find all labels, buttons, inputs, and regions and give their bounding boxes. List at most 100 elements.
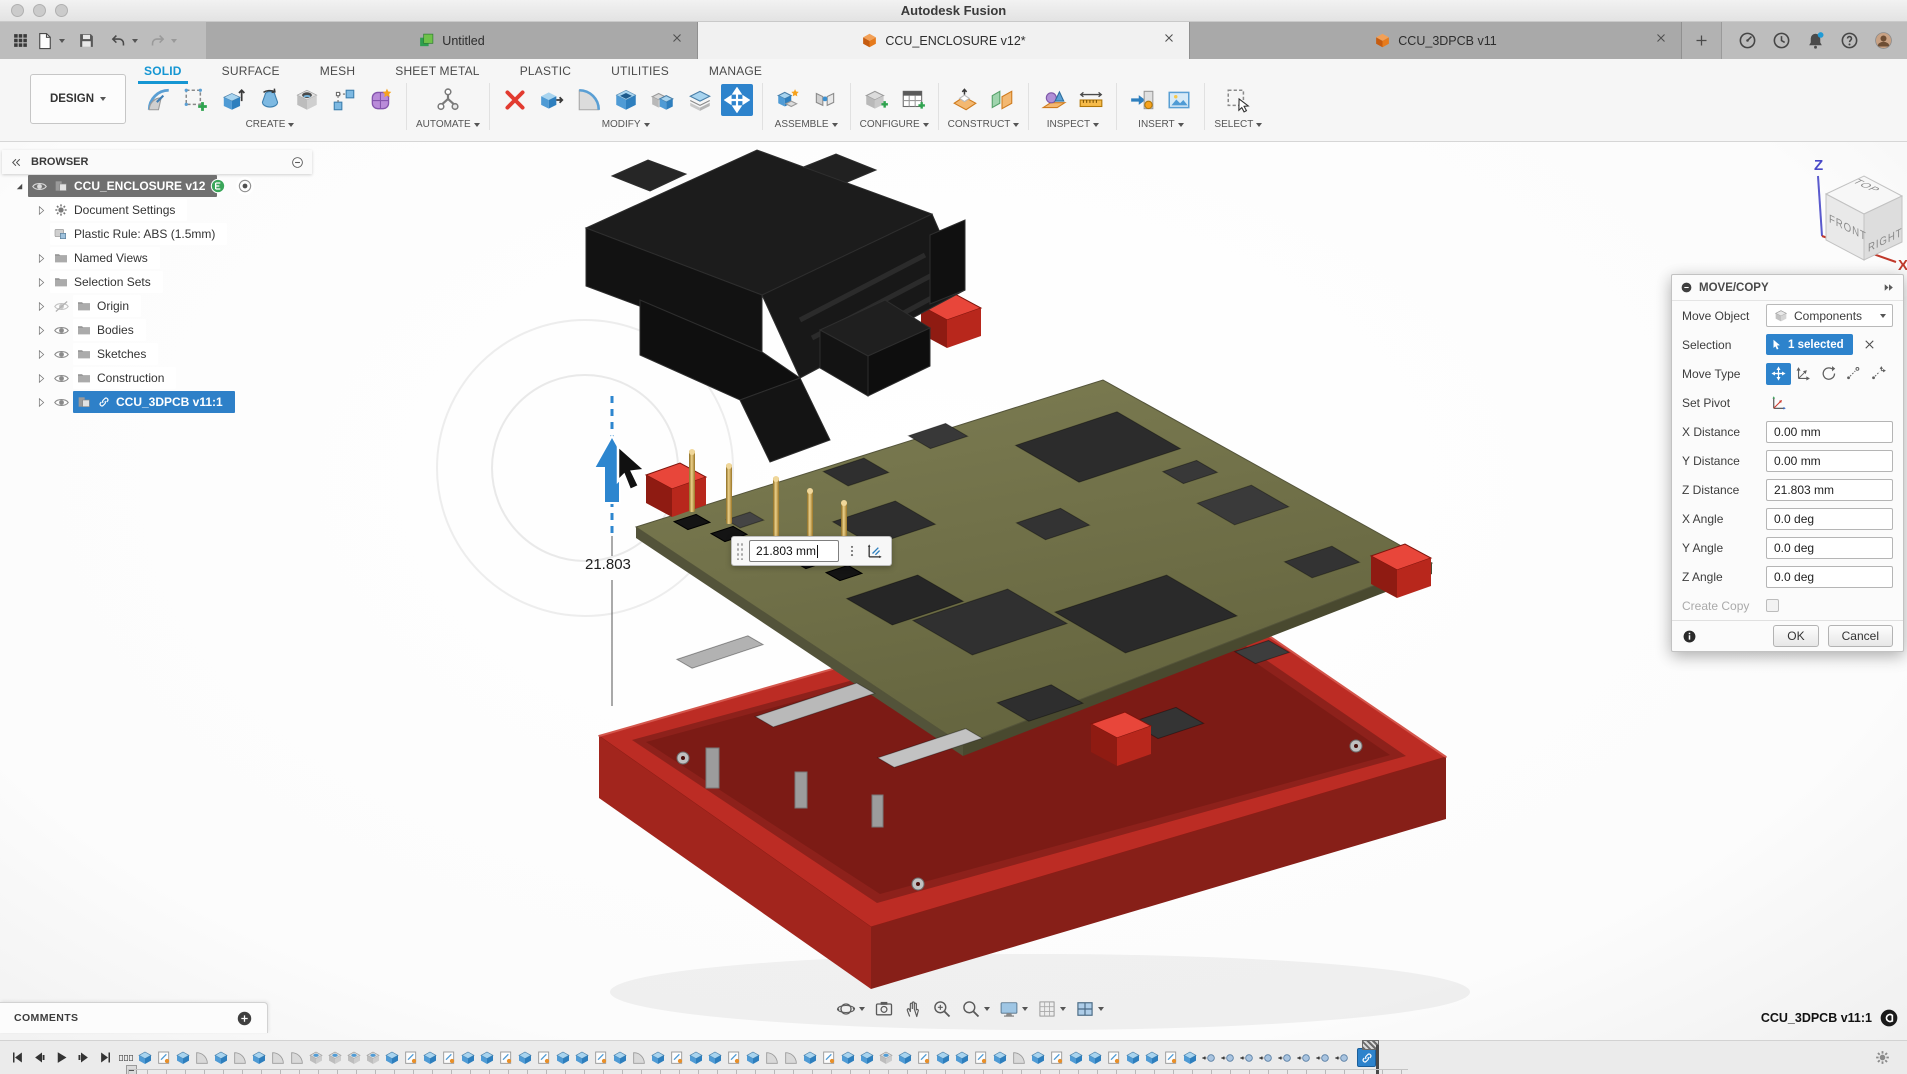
automate-tool-button[interactable] xyxy=(432,84,464,116)
insert-derive-tool-button[interactable] xyxy=(1126,84,1158,116)
timeline-feature-sketch[interactable] xyxy=(498,1050,514,1066)
timeline-feature-extrude[interactable] xyxy=(555,1050,571,1066)
redo-icon[interactable] xyxy=(147,30,168,51)
workspace-switcher[interactable]: DESIGN xyxy=(30,74,126,124)
extrude-tool-button[interactable] xyxy=(217,84,249,116)
add-comment-icon[interactable] xyxy=(236,1010,253,1027)
step-forward-icon[interactable] xyxy=(76,1050,91,1065)
manipulator-mode-icon[interactable] xyxy=(865,541,885,561)
viewcube[interactable]: Z X TOP FRONT RIGHT xyxy=(1792,150,1907,272)
tree-closed-arrow[interactable] xyxy=(32,348,50,361)
gauge-icon[interactable] xyxy=(1738,31,1757,50)
collapse-panel-icon[interactable] xyxy=(10,156,23,169)
timeline-feature-hole[interactable] xyxy=(346,1050,362,1066)
hole-tool-button[interactable] xyxy=(291,84,323,116)
timeline-feature-extrude[interactable] xyxy=(384,1050,400,1066)
timeline-feature-extrude[interactable] xyxy=(612,1050,628,1066)
browser-row[interactable]: CCU_ENCLOSURE v12 xyxy=(2,174,312,198)
tree-closed-arrow[interactable] xyxy=(32,372,50,385)
move-type-translate[interactable] xyxy=(1791,363,1816,385)
timeline-feature-sketch[interactable] xyxy=(726,1050,742,1066)
ribbon-group-label[interactable]: ASSEMBLE xyxy=(775,119,838,130)
timeline-playhead-marker[interactable] xyxy=(1357,1048,1376,1067)
file-menu-icon[interactable] xyxy=(34,30,56,52)
visibility-on-icon[interactable] xyxy=(53,322,70,339)
browser-row[interactable]: CCU_3DPCB v11:1 xyxy=(2,390,312,414)
revolve-tool-button[interactable] xyxy=(254,84,286,116)
fillet-tool-button[interactable] xyxy=(573,84,605,116)
select-tool-button[interactable] xyxy=(1222,84,1254,116)
fit-tool[interactable] xyxy=(961,999,990,1019)
close-tab-icon[interactable] xyxy=(1162,31,1176,45)
ok-button[interactable]: OK xyxy=(1773,625,1818,647)
window-minimize-button[interactable] xyxy=(33,4,46,17)
timeline-feature-sketch[interactable] xyxy=(1049,1050,1065,1066)
browser-row[interactable]: Named Views xyxy=(2,246,312,270)
timeline-feature-sketch[interactable] xyxy=(1106,1050,1122,1066)
ruler-tool-button[interactable] xyxy=(1075,84,1107,116)
info-icon[interactable] xyxy=(1682,629,1697,644)
app-grid-icon[interactable] xyxy=(10,30,31,51)
browser-row[interactable]: Bodies xyxy=(2,318,312,342)
move-type-point-to-point[interactable] xyxy=(1841,363,1866,385)
ribbon-group-label[interactable]: INSPECT xyxy=(1047,119,1099,130)
timeline-feature-fillet[interactable] xyxy=(270,1050,286,1066)
timeline-feature-sketch[interactable] xyxy=(669,1050,685,1066)
close-tab-icon[interactable] xyxy=(1654,31,1668,45)
timeline-feature-extrude[interactable] xyxy=(251,1050,267,1066)
tree-open-arrow[interactable] xyxy=(10,180,28,193)
timeline-joint[interactable] xyxy=(1201,1050,1217,1066)
timeline-settings-icon[interactable] xyxy=(1874,1049,1891,1066)
timeline-joint[interactable] xyxy=(1220,1050,1236,1066)
timeline-ruler[interactable] xyxy=(128,1069,1408,1074)
timeline-feature-extrude[interactable] xyxy=(460,1050,476,1066)
tree-closed-arrow[interactable] xyxy=(32,204,50,217)
press-pull-tool-button[interactable] xyxy=(536,84,568,116)
timeline-feature-extrude[interactable] xyxy=(175,1050,191,1066)
timeline-joint[interactable] xyxy=(1315,1050,1331,1066)
viewports-tool[interactable] xyxy=(1075,999,1104,1019)
timeline-feature-extrude[interactable] xyxy=(1144,1050,1160,1066)
edit-in-place-badge[interactable] xyxy=(210,178,226,194)
timeline-joint[interactable] xyxy=(1258,1050,1274,1066)
move-type-rotate[interactable] xyxy=(1816,363,1841,385)
timeline-feature-extrude[interactable] xyxy=(1125,1050,1141,1066)
clock-icon[interactable] xyxy=(1772,31,1791,50)
timeline-feature-fillet[interactable] xyxy=(194,1050,210,1066)
tree-closed-arrow[interactable] xyxy=(32,276,50,289)
measure-tool-button[interactable] xyxy=(1038,84,1070,116)
sketch-tools-tool-button[interactable] xyxy=(143,84,175,116)
ribbon-tab-sheet-metal[interactable]: SHEET METAL xyxy=(393,61,481,82)
config-table-tool-button[interactable] xyxy=(897,84,929,116)
dialog-header[interactable]: MOVE/COPY xyxy=(1672,275,1903,301)
zoom-tool[interactable] xyxy=(932,999,952,1019)
dialog-collapse-icon[interactable] xyxy=(1680,281,1693,294)
timeline-joint[interactable] xyxy=(1296,1050,1312,1066)
tree-closed-arrow[interactable] xyxy=(32,300,50,313)
x-distance-input[interactable]: 0.00 mm xyxy=(1766,421,1893,443)
look-at-tool[interactable] xyxy=(874,999,894,1019)
help-icon[interactable] xyxy=(1840,31,1859,50)
timeline-feature-hole[interactable] xyxy=(308,1050,324,1066)
timeline-feature-extrude[interactable] xyxy=(213,1050,229,1066)
dialog-dock-icon[interactable] xyxy=(1882,281,1895,294)
activate-component-radio[interactable] xyxy=(236,177,254,195)
visibility-on-icon[interactable] xyxy=(53,394,70,411)
selection-chip[interactable]: 1 selected xyxy=(1766,334,1853,355)
new-tab-button[interactable] xyxy=(1682,22,1722,59)
browser-item[interactable]: CCU_3DPCB v11:1 xyxy=(73,391,235,413)
timeline-feature-extrude[interactable] xyxy=(422,1050,438,1066)
comments-bar[interactable]: COMMENTS xyxy=(0,1002,268,1033)
assistant-icon[interactable] xyxy=(1879,1008,1899,1028)
browser-item[interactable]: Document Settings xyxy=(50,199,187,221)
joint-tool-button[interactable] xyxy=(809,84,841,116)
timeline-feature-sketch[interactable] xyxy=(156,1050,172,1066)
timeline-feature-extrude[interactable] xyxy=(650,1050,666,1066)
visibility-on-icon[interactable] xyxy=(53,346,70,363)
cancel-button[interactable]: Cancel xyxy=(1828,625,1893,647)
close-tab-icon[interactable] xyxy=(670,31,684,45)
dimension-input[interactable]: 21.803 mm xyxy=(749,540,839,562)
move-type-free-move[interactable] xyxy=(1766,363,1791,385)
ribbon-tab-surface[interactable]: SURFACE xyxy=(220,61,282,82)
timeline-feature-sketch[interactable] xyxy=(821,1050,837,1066)
